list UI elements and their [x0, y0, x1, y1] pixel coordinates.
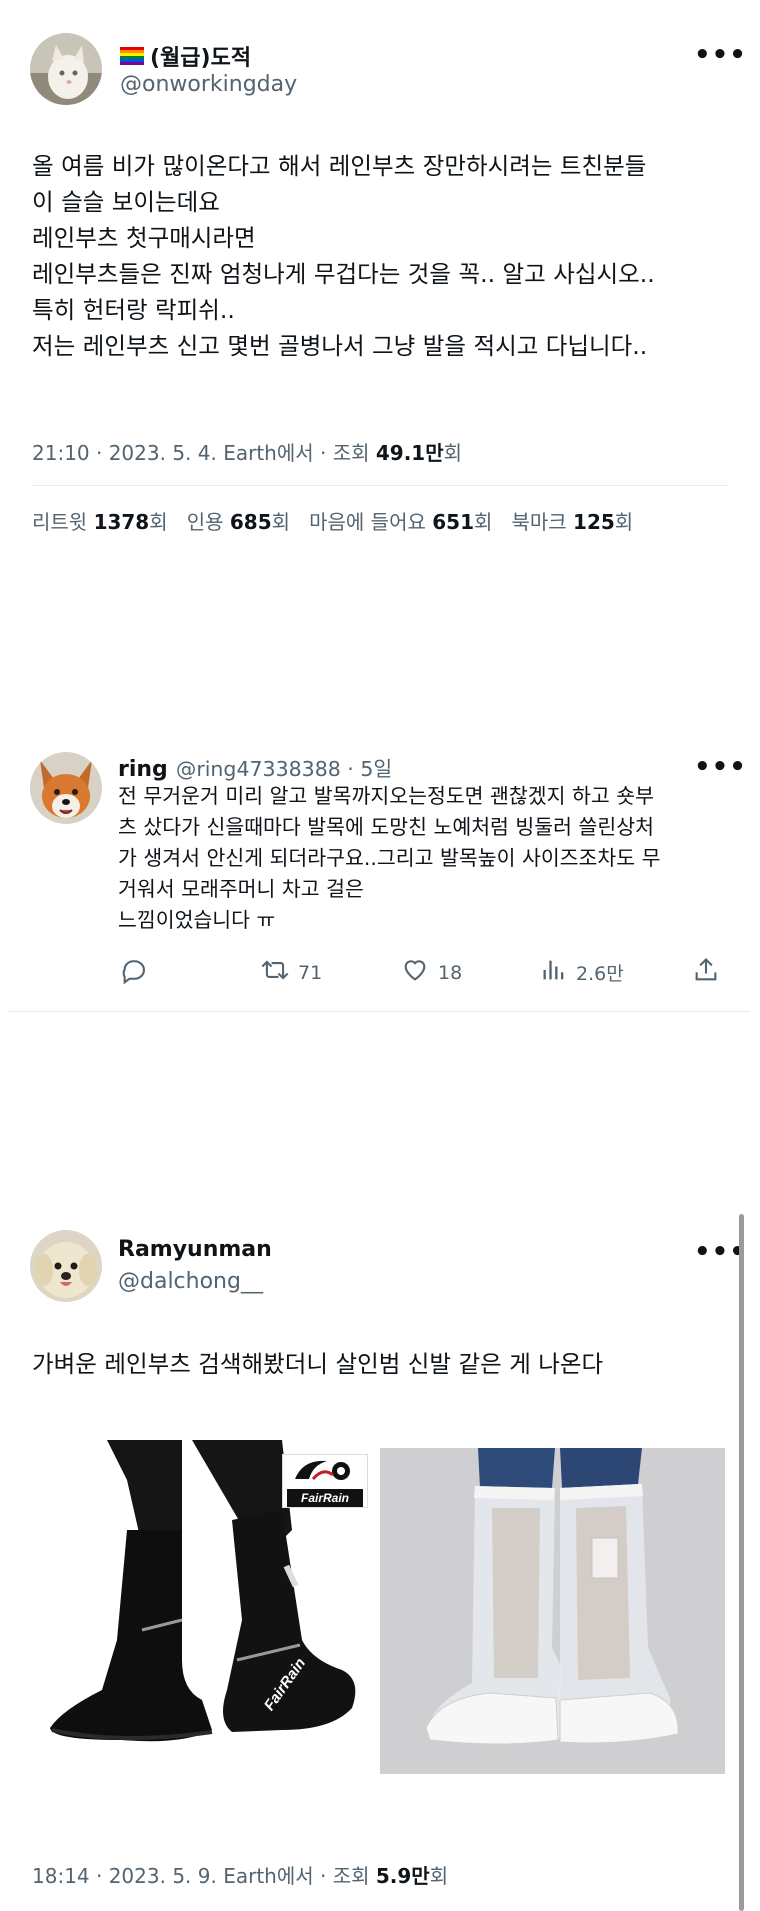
fairrain-logo: FairRain [282, 1454, 368, 1508]
avatar-dalchong[interactable] [30, 1230, 102, 1302]
like-count: 18 [438, 961, 463, 984]
tweet-meta[interactable]: 18:14 · 2023. 5. 9. Earth에서 · 조회 5.9만회 [32, 1860, 448, 1889]
retweet-button[interactable]: 71 [260, 956, 322, 989]
view-count: 2.6만 [576, 963, 624, 985]
retweet-icon [260, 956, 290, 989]
analytics-icon [540, 956, 568, 989]
reply-line: 가 생겨서 안신게 되더라구요..그리고 발목높이 사이즈조차도 무 [118, 846, 661, 870]
tweet-image-black-rain-boots[interactable]: FairRain FairRain [32, 1440, 374, 1770]
like-button[interactable]: 18 [400, 956, 462, 989]
like-stat[interactable]: 마음에 들어요 651회 [309, 510, 492, 534]
tweet-line: 이 슬슬 보이는데요 [32, 188, 220, 216]
reply-line: 츠 샀다가 신을때마다 발목에 도망친 노예처럼 빙둘러 쓸린상처 [118, 815, 654, 839]
tweet-body: 올 여름 비가 많이온다고 해서 레인부츠 장만하시려는 트친분들 이 슬슬 보… [32, 148, 742, 364]
heart-icon [400, 956, 430, 989]
reply-body: 전 무거운거 미리 알고 발목까지오는정도면 괜찮겠지 하고 숏부 츠 샀다가 … [118, 781, 738, 936]
reply-button[interactable] [120, 956, 148, 989]
author-name[interactable]: Ramyunman [118, 1237, 272, 1262]
reply-line: 거워서 모래주머니 차고 걸은 [118, 877, 364, 901]
view-count-unit: 회 [443, 441, 463, 465]
divider [8, 1011, 750, 1012]
tweet-image-clear-rain-covers[interactable] [380, 1448, 725, 1774]
tweet-line: 레인부츠들은 진짜 엄청나게 무겁다는 것을 꼭.. 알고 사십시오.. [32, 260, 655, 288]
tweet-line: 저는 레인부츠 신고 몇번 골병나서 그냥 발을 적시고 다닙니다.. [32, 332, 648, 360]
reply-line: 전 무거운거 미리 알고 발목까지오는정도면 괜찮겠지 하고 숏부 [118, 784, 654, 808]
quote-stat[interactable]: 인용 685회 [187, 510, 290, 534]
more-options-icon[interactable]: ••• [694, 40, 747, 70]
divider [32, 485, 728, 486]
timestamp-source: 21:10 · 2023. 5. 4. Earth에서 · 조회 [32, 441, 376, 465]
reply-author-handle[interactable]: @ring47338388 · 5일 [176, 752, 392, 782]
tweet-line: 특히 헌터랑 락피쉬.. [32, 296, 235, 324]
author-name[interactable]: (월급)도적 [150, 40, 251, 72]
rainbow-flag-icon [120, 47, 144, 65]
scrollbar-thumb[interactable] [739, 1214, 744, 1911]
retweet-count: 71 [298, 961, 323, 984]
tweet-line: 레인부츠 첫구매시라면 [32, 224, 256, 252]
author-handle[interactable]: @dalchong__ [118, 1269, 263, 1294]
retweet-stat[interactable]: 리트윗 1378회 [32, 510, 168, 534]
tweet-meta[interactable]: 21:10 · 2023. 5. 4. Earth에서 · 조회 49.1만회 [32, 437, 462, 466]
engagement-stats: 리트윗 1378회 인용 685회 마음에 들어요 651회 북마크 125회 [32, 506, 633, 535]
view-count: 5.9만 [375, 1864, 430, 1888]
reply-author-name[interactable]: ring [118, 757, 168, 782]
reply-line: 느낌이었습니다 ㅠ [118, 908, 276, 932]
tweet-text: 가벼운 레인부츠 검색해봤더니 살인범 신발 같은 게 나온다 [32, 1350, 604, 1378]
share-button[interactable] [692, 956, 720, 989]
views-button[interactable]: 2.6만 [540, 956, 624, 989]
logo-text: FairRain [287, 1489, 363, 1507]
author-handle[interactable]: @onworkingday [120, 72, 297, 97]
share-icon [692, 956, 720, 989]
avatar-ring[interactable] [30, 752, 102, 824]
view-count: 49.1만 [375, 441, 444, 465]
reply-more-options-icon[interactable]: ••• [694, 752, 747, 782]
view-count-unit: 회 [429, 1864, 449, 1888]
bookmark-stat[interactable]: 북마크 125회 [511, 510, 633, 534]
timestamp-source: 18:14 · 2023. 5. 9. Earth에서 · 조회 [32, 1864, 376, 1888]
avatar-onworkingday[interactable] [30, 33, 102, 105]
comment-icon [120, 956, 148, 989]
tweet-line: 올 여름 비가 많이온다고 해서 레인부츠 장만하시려는 트친분들 [32, 152, 647, 180]
